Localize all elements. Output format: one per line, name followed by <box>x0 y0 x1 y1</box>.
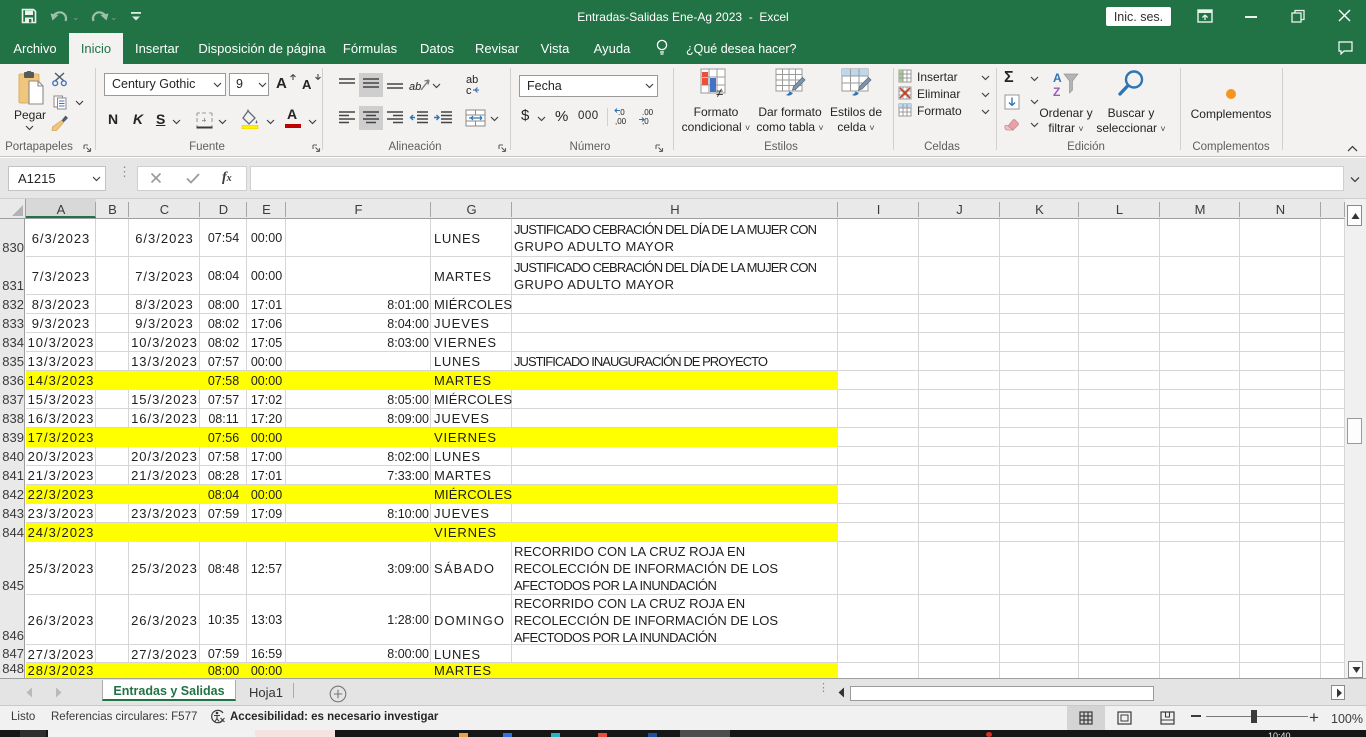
svg-text:c: c <box>466 85 472 97</box>
svg-text:.00: .00 <box>642 108 654 117</box>
svg-text:ab: ab <box>409 81 421 93</box>
svg-text:.0: .0 <box>618 108 625 117</box>
svg-text:Z: Z <box>1053 85 1060 98</box>
svg-text:,00: ,00 <box>615 117 627 126</box>
svg-text:≠: ≠ <box>716 85 723 98</box>
svg-text:A: A <box>1053 71 1062 85</box>
